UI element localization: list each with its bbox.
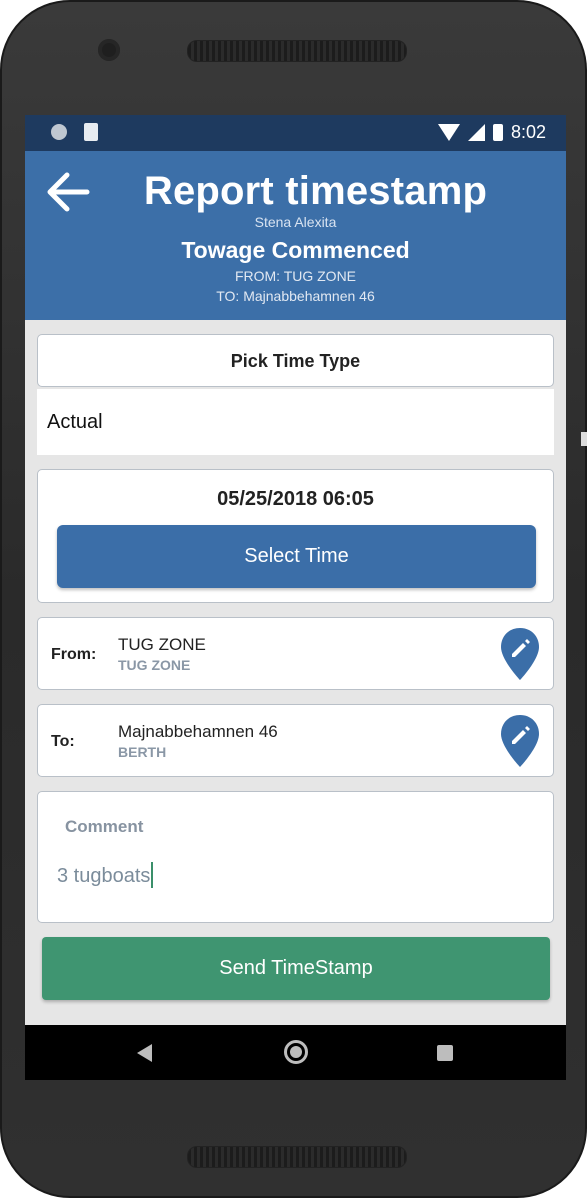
to-location-name: Majnabbehamnen 46 xyxy=(118,722,278,741)
comment-input[interactable]: 3 tugboats xyxy=(57,862,154,888)
to-label: To: xyxy=(51,733,75,750)
edit-to-location-icon[interactable] xyxy=(499,713,541,769)
top-speaker xyxy=(187,40,407,62)
to-location-type: BERTH xyxy=(118,744,167,760)
side-button xyxy=(581,432,587,446)
event-name: Towage Commenced xyxy=(181,237,410,263)
from-label: From: xyxy=(51,646,97,663)
from-location-name: TUG ZONE xyxy=(118,635,206,654)
signal-icon xyxy=(467,124,485,141)
time-type-selection[interactable]: Actual xyxy=(37,389,554,455)
screen: 8:02 Report timestamp Stena Alexita Towa… xyxy=(25,115,566,1080)
pick-time-type-button[interactable]: Pick Time Type xyxy=(37,334,554,387)
status-time: 8:02 xyxy=(510,122,546,142)
page-title: Report timestamp xyxy=(143,169,488,213)
wifi-icon xyxy=(437,124,460,141)
nav-back-icon[interactable] xyxy=(137,1044,152,1062)
comment-field[interactable]: Comment 3 tugboats xyxy=(37,791,554,923)
vessel-name: Stena Alexita xyxy=(254,214,337,230)
notification-icon xyxy=(51,124,67,140)
selected-time: 05/25/2018 06:05 xyxy=(217,488,374,510)
time-type-value: Actual xyxy=(47,411,103,433)
sd-card-icon xyxy=(84,123,98,141)
bottom-speaker xyxy=(187,1146,407,1168)
android-nav-bar xyxy=(25,1025,566,1080)
nav-home-icon[interactable] xyxy=(284,1040,308,1064)
pick-time-type-label: Pick Time Type xyxy=(230,351,361,371)
to-location-card: To: Majnabbehamnen 46 BERTH xyxy=(37,704,554,777)
header-to: TO: Majnabbehamnen 46 xyxy=(216,288,375,304)
select-time-button[interactable]: Select Time xyxy=(57,525,536,588)
from-location-card: From: TUG ZONE TUG ZONE xyxy=(37,617,554,690)
phone-frame: 8:02 Report timestamp Stena Alexita Towa… xyxy=(0,0,587,1198)
send-timestamp-button[interactable]: Send TimeStamp xyxy=(42,937,550,1000)
comment-label: Comment xyxy=(65,817,144,836)
nav-recents-icon[interactable] xyxy=(437,1045,453,1061)
text-cursor xyxy=(151,862,154,888)
from-location-type: TUG ZONE xyxy=(118,657,191,673)
edit-from-location-icon[interactable] xyxy=(499,626,541,682)
status-bar: 8:02 xyxy=(25,115,566,151)
app-header: Report timestamp Stena Alexita Towage Co… xyxy=(25,151,566,320)
comment-text: 3 tugboats xyxy=(57,865,151,887)
battery-icon xyxy=(492,124,503,141)
header-from: FROM: TUG ZONE xyxy=(234,268,357,284)
time-card: 05/25/2018 06:05 Select Time xyxy=(37,469,554,603)
status-right: 8:02 xyxy=(437,122,546,143)
front-camera xyxy=(98,39,120,61)
